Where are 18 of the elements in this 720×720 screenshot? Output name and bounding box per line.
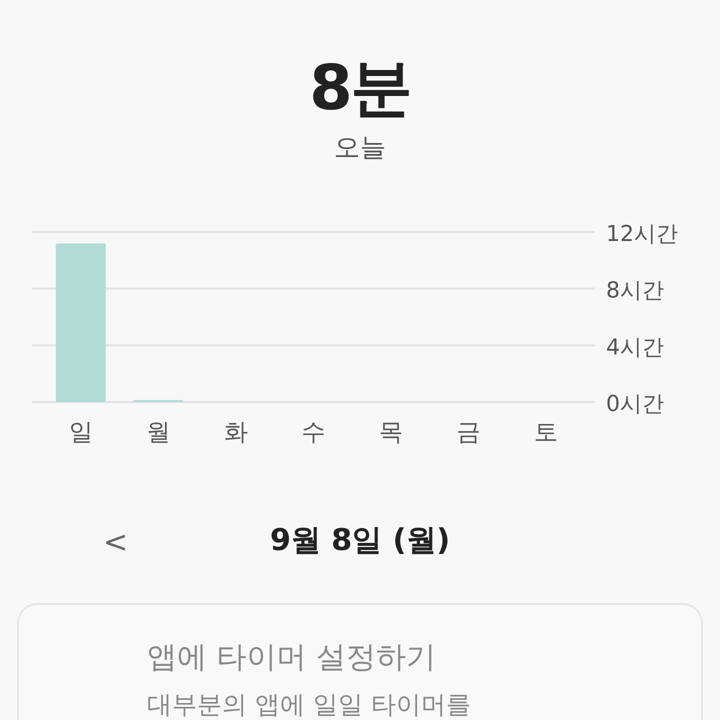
axis-label: 0시간 <box>606 392 664 417</box>
axis-label: 금 <box>456 418 481 446</box>
axis-label: 8시간 <box>606 278 664 304</box>
previous-button[interactable]: < <box>95 525 136 560</box>
axis-label: 목 <box>379 418 404 446</box>
card-description: 대부분의 앱에 일일 타이머를 <box>147 689 472 720</box>
card-title: 앱에 타이머 설정하기 <box>147 639 438 677</box>
axis-label: 토 <box>534 418 558 446</box>
axis-label: 월 <box>146 418 170 446</box>
date-label: 9월 8일 (월) <box>270 522 450 560</box>
usage-total: 8분 <box>309 52 411 124</box>
axis-label: 일 <box>68 418 93 446</box>
axis-label: 12시간 <box>606 222 678 247</box>
axis-label: 수 <box>302 418 326 446</box>
timer-card[interactable]: 앱에 타이머 설정하기 대부분의 앱에 일일 타이머를 <box>17 603 703 720</box>
axis-label: 4시간 <box>606 335 664 360</box>
period-label: 오늘 <box>334 132 386 165</box>
axis-label: 화 <box>224 418 248 446</box>
